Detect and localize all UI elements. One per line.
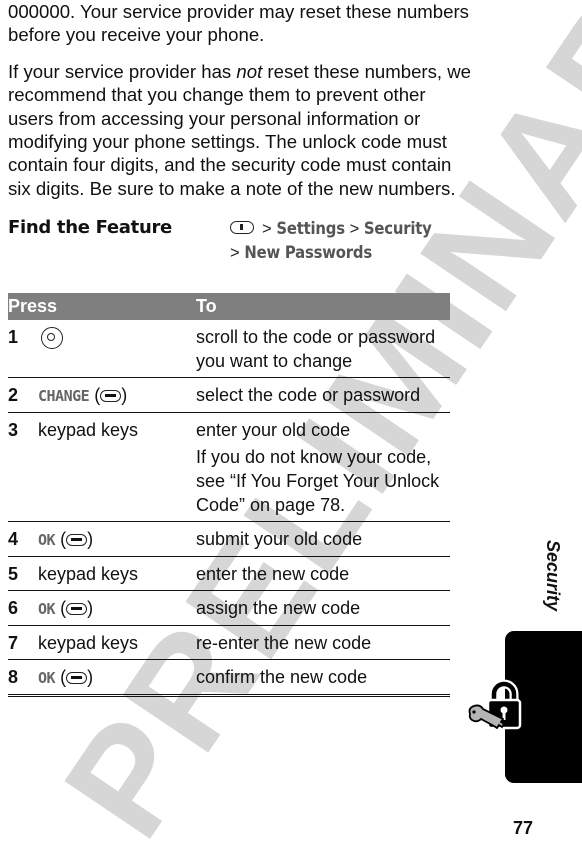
steps-table: Press To 1 scroll to the code or passwor…	[8, 293, 450, 698]
step-action: assign the new code	[196, 590, 450, 627]
step-action: enter your old code	[196, 420, 351, 441]
table-row: 6 OK () assign the new code	[8, 590, 450, 627]
softkey-icon	[100, 389, 122, 402]
separator: >	[262, 220, 272, 239]
empty-cell	[8, 442, 38, 523]
softkey-label: OK	[38, 531, 56, 550]
step-action: submit your old code	[196, 521, 450, 558]
step-press	[38, 320, 196, 379]
separator: >	[230, 244, 240, 263]
step-action: re-enter the new code	[196, 625, 450, 661]
step-number: 3	[8, 420, 19, 441]
header-press: Press	[8, 293, 196, 321]
table-row: 7 keypad keys re-enter the new code	[8, 625, 450, 661]
softkey-label: OK	[38, 669, 56, 688]
table-row: 8 OK () confirm the new code	[8, 659, 450, 698]
step-action: enter the new code	[196, 556, 450, 592]
menu-path-settings[interactable]: Settings	[276, 219, 345, 238]
softkey-icon	[66, 533, 88, 546]
find-the-feature: Find the Feature > Settings > Security >…	[8, 217, 473, 277]
separator: >	[349, 220, 360, 239]
paragraph-text: If your service provider has	[8, 60, 237, 82]
intro-paragraph-2: If your service provider has not reset t…	[8, 60, 473, 200]
find-feature-label: Find the Feature	[8, 217, 172, 239]
table-row: 2 CHANGE () select the code or password	[8, 377, 450, 414]
table-row: 1 scroll to the code or password you wan…	[8, 320, 450, 379]
lock-and-key-icon	[468, 679, 522, 730]
step-action: confirm the new code	[196, 659, 450, 698]
empty-cell	[38, 442, 196, 523]
table-row: 3 keypad keys enter your old code	[8, 413, 450, 443]
step-action: scroll to the code or password you want …	[196, 320, 450, 379]
step-press: OK ()	[38, 659, 196, 698]
table-header-row: Press To	[8, 293, 450, 321]
menu-path-security[interactable]: Security	[364, 219, 432, 238]
step-press: keypad keys	[38, 625, 196, 661]
header-to: To	[196, 293, 450, 321]
table-row: 4 OK () submit your old code	[8, 521, 450, 558]
softkey-icon	[66, 602, 88, 615]
step-number: 4	[8, 521, 38, 558]
step-number: 1	[8, 320, 38, 379]
step-number: 7	[8, 625, 38, 661]
emphasis-text: not	[236, 60, 263, 82]
table-row-continuation: If you do not know your code, see “If Yo…	[8, 442, 450, 523]
step-press: OK ()	[38, 590, 196, 627]
step-action: select the code or password	[196, 377, 450, 414]
step-number: 6	[8, 590, 38, 627]
softkey-label: CHANGE	[38, 387, 90, 406]
step-press: OK ()	[38, 521, 196, 558]
step-press: CHANGE ()	[38, 377, 196, 414]
page-content: 000000. Your service provider may reset …	[8, 0, 473, 698]
softkey-label: OK	[38, 600, 56, 619]
step-press: keypad keys	[38, 556, 196, 592]
step-number: 5	[8, 556, 38, 592]
section-title: Security	[543, 540, 563, 612]
menu-path-new-passwords[interactable]: New Passwords	[244, 243, 372, 262]
step-note: If you do not know your code, see “If Yo…	[196, 442, 450, 523]
menu-key-icon	[230, 221, 254, 235]
section-tab-label: Security	[506, 540, 563, 620]
softkey-icon	[66, 671, 88, 684]
step-press: keypad keys	[38, 420, 139, 441]
intro-paragraph-1: 000000. Your service provider may reset …	[8, 1, 469, 46]
table-row: 5 keypad keys enter the new code	[8, 556, 450, 592]
step-number: 8	[8, 659, 38, 698]
menu-path: > Settings > Security > New Passwords	[230, 217, 432, 265]
step-number: 2	[8, 377, 38, 414]
page-number: 77	[513, 818, 534, 838]
navigation-key-icon	[41, 326, 63, 349]
